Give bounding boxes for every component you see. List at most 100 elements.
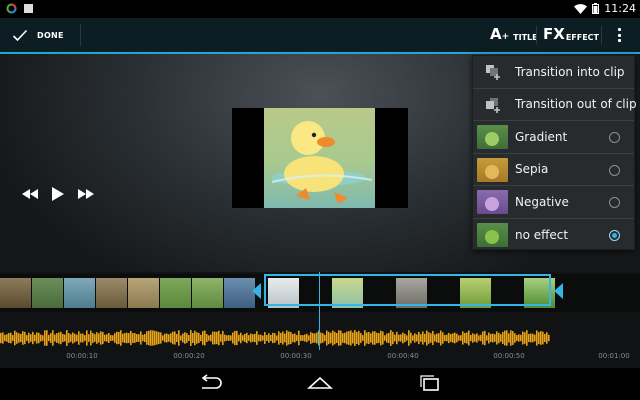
- radio-no-effect[interactable]: [609, 229, 620, 241]
- tick-label: 00:00:30: [280, 352, 312, 360]
- trim-handle-right[interactable]: [554, 283, 563, 299]
- waveform-bar: [372, 331, 374, 345]
- effect-glyph: FX: [543, 25, 565, 43]
- home-icon[interactable]: [307, 374, 333, 392]
- timeline: 00:00:10 00:00:20 00:00:30 00:00:40 00:0…: [0, 272, 640, 368]
- waveform-bar: [158, 331, 160, 345]
- waveform-bar: [50, 333, 52, 343]
- play-icon[interactable]: [52, 187, 64, 201]
- done-button[interactable]: DONE: [12, 18, 64, 52]
- waveform-bar: [510, 330, 512, 346]
- waveform-bar: [150, 330, 152, 346]
- fast-forward-icon[interactable]: [78, 189, 94, 199]
- menu-item-sepia[interactable]: Sepia: [473, 154, 634, 186]
- menu-item-no-effect[interactable]: no effect: [473, 219, 634, 252]
- waveform-bar: [450, 334, 452, 342]
- clip-frame: [160, 278, 192, 308]
- waveform-bar: [100, 331, 102, 345]
- waveform-bar: [182, 333, 184, 343]
- waveform-bar: [508, 333, 510, 343]
- menu-item-gradient[interactable]: Gradient: [473, 121, 634, 154]
- waveform-bar: [238, 334, 240, 342]
- waveform-bar: [112, 335, 114, 341]
- waveform-bar: [230, 335, 232, 341]
- waveform-bar: [58, 332, 60, 344]
- waveform-bar: [288, 331, 290, 345]
- waveform-bar: [248, 335, 250, 341]
- waveform-bar: [172, 331, 174, 345]
- selected-clip-outline[interactable]: [264, 274, 551, 306]
- recent-apps-icon[interactable]: [417, 374, 443, 392]
- waveform-bar: [62, 333, 64, 343]
- waveform-bar: [144, 334, 146, 342]
- waveform-bar: [432, 330, 434, 346]
- waveform-bar: [30, 334, 32, 342]
- waveform-bar: [92, 332, 94, 344]
- sepia-thumbnail: [477, 157, 508, 182]
- waveform-bar: [130, 330, 132, 346]
- waveform-bar: [378, 333, 380, 343]
- waveform-bar: [142, 334, 144, 342]
- waveform-bar: [522, 331, 524, 345]
- waveform-bar: [18, 333, 20, 343]
- waveform-bar: [226, 335, 228, 341]
- waveform-bar: [502, 332, 504, 344]
- waveform-bar: [374, 331, 376, 345]
- waveform-bar: [228, 335, 230, 341]
- waveform-bar: [80, 333, 82, 343]
- menu-item-negative[interactable]: Negative: [473, 186, 634, 219]
- waveform-bar: [272, 332, 274, 344]
- waveform-bar: [154, 330, 156, 346]
- back-icon[interactable]: [198, 374, 224, 392]
- waveform-bar: [210, 334, 212, 342]
- clip-strip-previous[interactable]: [0, 278, 256, 308]
- radio-negative[interactable]: [609, 197, 620, 208]
- waveform-bar: [482, 331, 484, 345]
- playhead[interactable]: [319, 272, 320, 350]
- video-preview[interactable]: [232, 108, 408, 208]
- radio-sepia[interactable]: [609, 164, 620, 176]
- waveform-bar: [542, 331, 544, 345]
- waveform-bar: [534, 334, 536, 342]
- title-button[interactable]: A + TITLE: [490, 18, 538, 52]
- waveform-bar: [214, 331, 216, 345]
- waveform-bar: [10, 332, 12, 344]
- waveform-bar: [134, 333, 136, 343]
- action-bar-separator: [536, 26, 537, 44]
- waveform-bar: [300, 335, 302, 341]
- waveform-bar: [370, 333, 372, 343]
- waveform-bar: [90, 330, 92, 346]
- audio-waveform[interactable]: [0, 328, 640, 348]
- waveform-bar: [462, 331, 464, 345]
- menu-item-transition-out[interactable]: Transition out of clip: [473, 89, 637, 121]
- rewind-icon[interactable]: [22, 189, 38, 199]
- waveform-bar: [108, 333, 110, 343]
- waveform-bar: [472, 333, 474, 343]
- radio-gradient[interactable]: [609, 132, 620, 143]
- waveform-bar: [518, 334, 520, 342]
- menu-item-transition-in[interactable]: Transition into clip: [473, 56, 634, 89]
- waveform-bar: [406, 335, 408, 341]
- waveform-bar: [322, 333, 324, 343]
- waveform-bar: [302, 335, 304, 341]
- waveform-bar: [176, 334, 178, 342]
- waveform-bar: [118, 331, 120, 345]
- overflow-menu-icon[interactable]: [613, 26, 625, 44]
- waveform-bar: [124, 333, 126, 343]
- waveform-bar: [524, 332, 526, 344]
- waveform-bar: [4, 334, 6, 342]
- waveform-bar: [354, 330, 356, 346]
- waveform-bar: [532, 333, 534, 343]
- trim-handle-left[interactable]: [252, 283, 261, 299]
- waveform-bar: [470, 334, 472, 342]
- clip-frame: [128, 278, 160, 308]
- effect-button[interactable]: FX EFFECT: [543, 18, 599, 52]
- waveform-bar: [282, 331, 284, 345]
- playback-controls: [22, 187, 94, 201]
- waveform-bar: [516, 335, 518, 341]
- waveform-bar: [44, 330, 46, 346]
- waveform-bar: [346, 331, 348, 345]
- waveform-bar: [474, 334, 476, 342]
- effect-label: EFFECT: [565, 33, 599, 42]
- waveform-bar: [110, 335, 112, 341]
